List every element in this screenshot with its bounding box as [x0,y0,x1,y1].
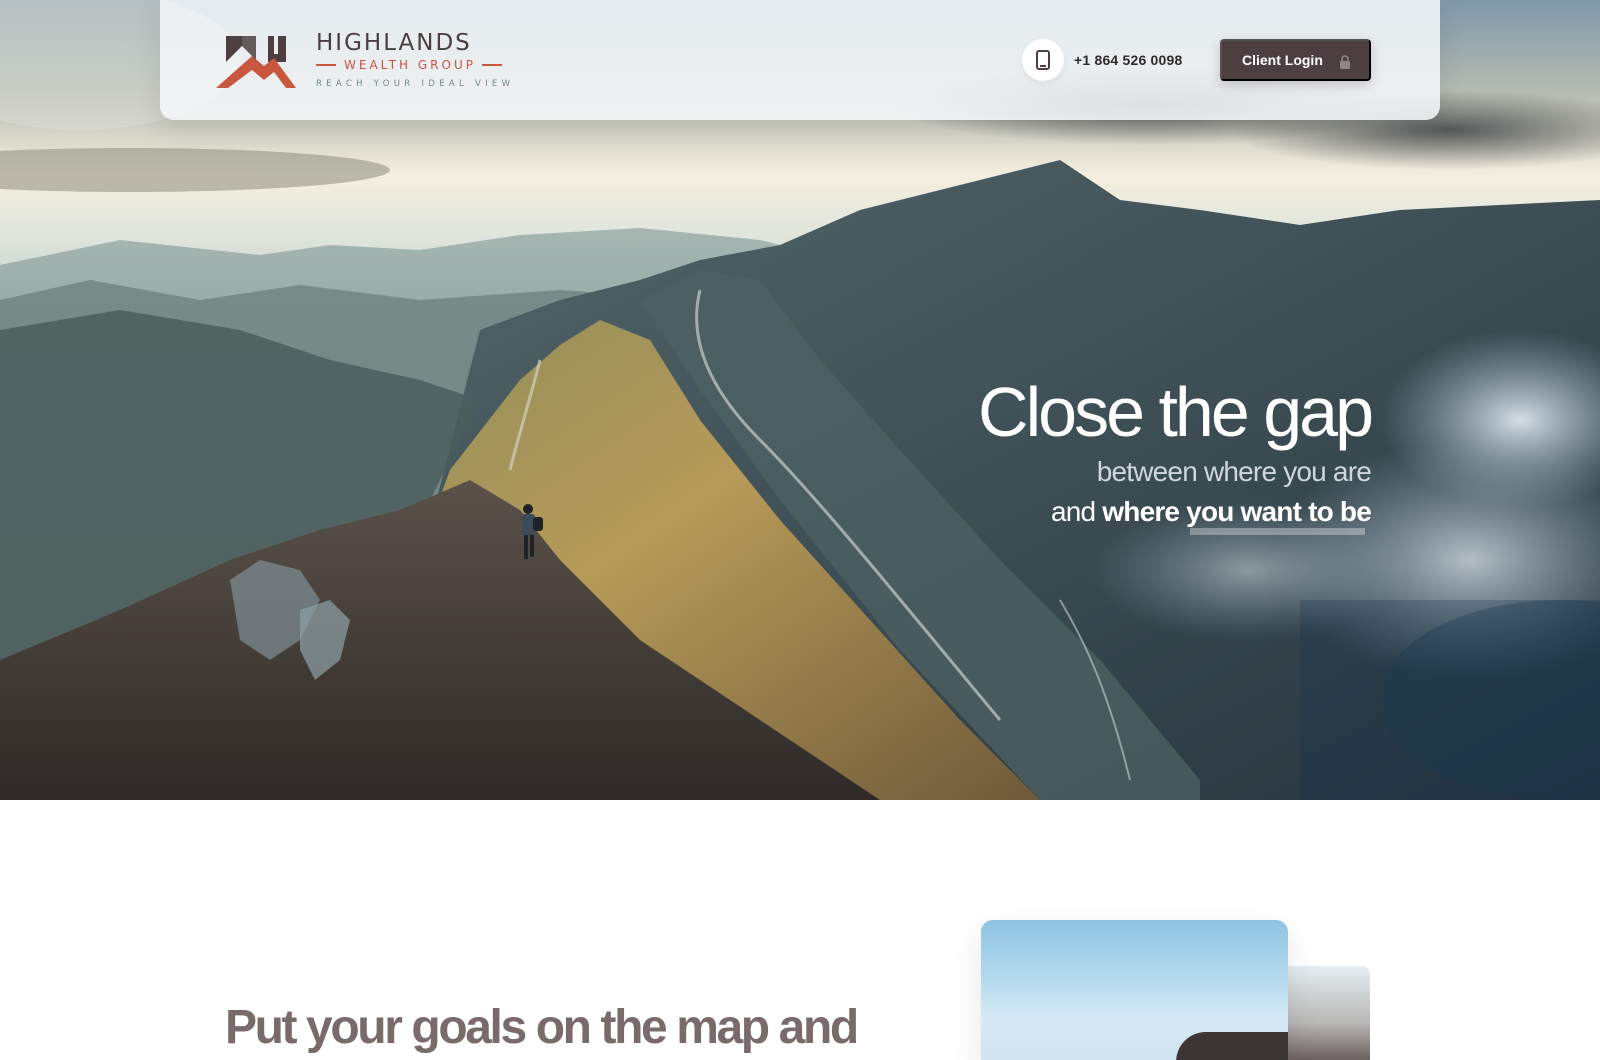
client-login-button[interactable]: Client Login [1220,39,1371,81]
lock-icon [1340,55,1350,69]
hero-subtitle-line2: and where you want to be [978,492,1372,535]
divider [481,64,502,66]
divider [316,64,336,66]
phone-link[interactable]: +1 864 526 0098 [1022,39,1183,81]
hero-subtitle-prefix: and [1050,496,1096,527]
mobile-phone-icon [1022,39,1064,81]
section-heading: Put your goals on the map and [225,1001,859,1054]
brand-tagline: REACH YOUR IDEAL VIEW [316,79,515,89]
brand-subname: WEALTH GROUP [344,58,476,72]
brand-name: HIGHLANDS [316,30,472,56]
phone-number: +1 864 526 0098 [1074,52,1183,68]
hero-subtitle-line1: between where you are [1096,456,1372,487]
site-header: HIGHLANDS WEALTH GROUP REACH YOUR IDEAL … [160,0,1440,120]
hero-subtitle-emphasis: where you want to be [1102,492,1372,535]
brand-logo[interactable]: HIGHLANDS WEALTH GROUP REACH YOUR IDEAL … [216,30,516,90]
hero-headline: Close the gap between where you are and … [978,373,1374,535]
hero-title: Close the gap [978,373,1374,451]
image-card-primary [981,920,1288,1060]
rock-silhouette [1176,1032,1288,1060]
logo-mark-icon [216,36,296,88]
client-login-label: Client Login [1242,52,1323,68]
